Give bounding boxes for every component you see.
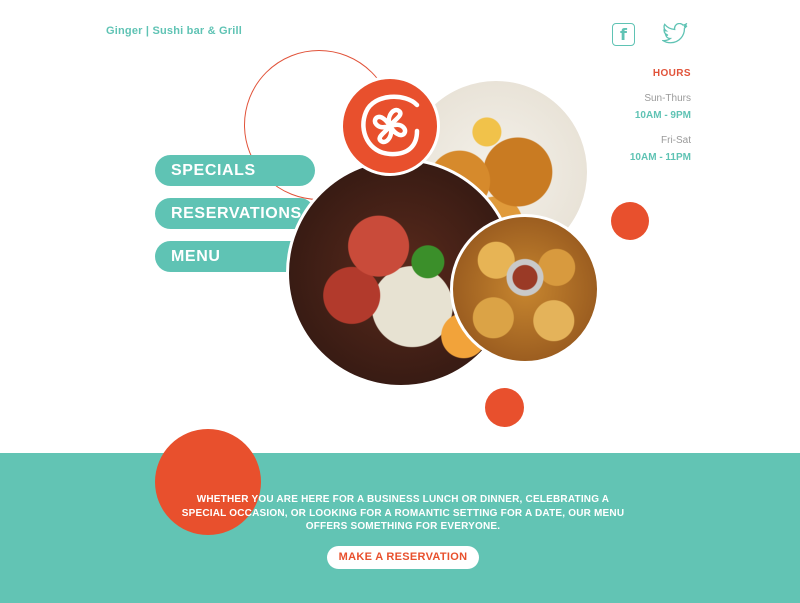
ginger-logo-icon (361, 94, 420, 157)
nav-reservations-button[interactable]: RESERVATIONS (155, 198, 315, 229)
hours-days: Sun-Thurs (644, 93, 691, 104)
facebook-icon[interactable]: f (612, 23, 635, 46)
hours-time: 10AM - 11PM (629, 152, 691, 163)
brand-name[interactable]: Ginger | Sushi bar & Grill (106, 25, 242, 37)
crab-rangoon-photo (450, 214, 600, 364)
brand-logo[interactable] (340, 76, 440, 176)
hours-days: Fri-Sat (661, 135, 691, 146)
make-reservation-button[interactable]: MAKE A RESERVATION (327, 546, 479, 569)
nav-specials-button[interactable]: SPECIALS (155, 155, 315, 186)
tagline-text: WHETHER YOU ARE HERE FOR A BUSINESS LUNC… (181, 494, 625, 532)
twitter-icon[interactable] (662, 23, 688, 45)
hours-title: HOURS (652, 68, 691, 79)
decorative-dot (485, 388, 524, 427)
hours-time: 10AM - 9PM (634, 110, 691, 121)
decorative-dot (611, 202, 649, 240)
hours-block: HOURS Sun-Thurs 10AM - 9PM Fri-Sat 10AM … (630, 68, 691, 163)
